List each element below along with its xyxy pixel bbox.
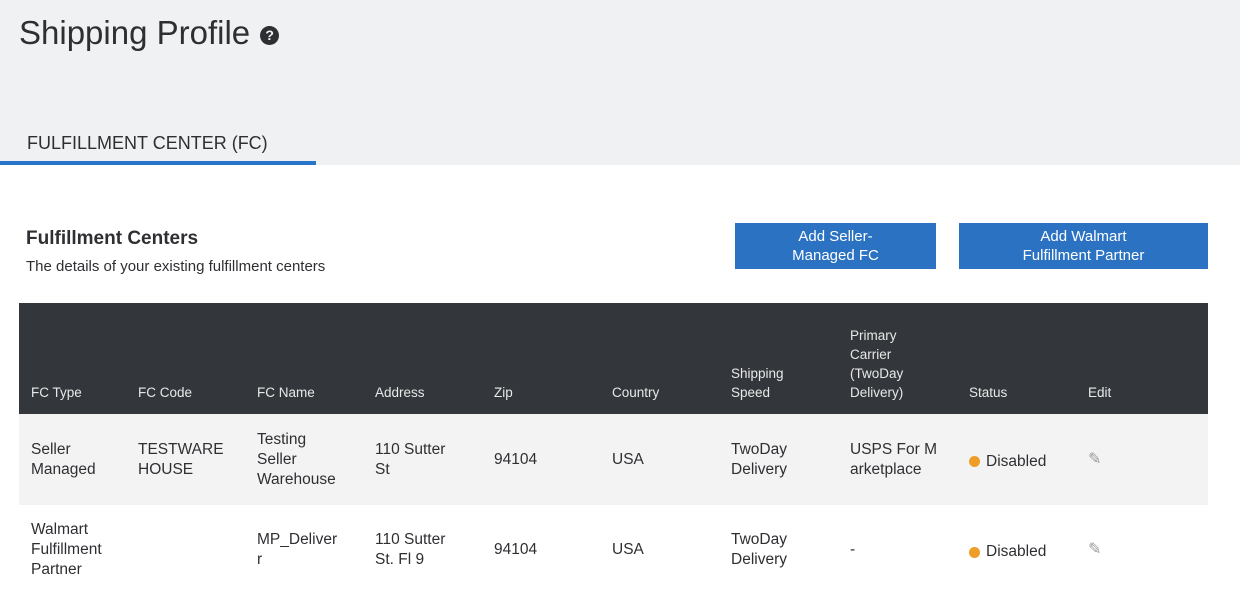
page-title: Shipping Profile	[19, 14, 251, 51]
cell-address: 110 Sutter St	[375, 440, 446, 478]
column-header-zip[interactable]: Zip	[482, 303, 600, 414]
cell-fc-code	[126, 505, 245, 595]
column-header-fc-name[interactable]: FC Name	[245, 303, 363, 414]
column-header-address[interactable]: Address	[363, 303, 482, 414]
button-label-line: Add Seller-	[798, 228, 873, 245]
cell-zip: 94104	[494, 541, 538, 558]
cell-fc-name: MP_Deliverr	[257, 531, 338, 568]
status-dot-icon	[969, 546, 980, 558]
cell-fc-name: Testing Seller Warehouse	[257, 430, 336, 488]
cell-status: Disabled	[957, 414, 1076, 505]
status-dot-icon	[969, 456, 980, 468]
cell-zip: 94104	[494, 450, 538, 468]
cell-fc-type: Seller Managed	[31, 440, 96, 478]
table-header-row: FC Type FC Code FC Name Address Zip Coun…	[19, 303, 1208, 414]
cell-shipping-speed: TwoDay Delivery	[731, 531, 787, 568]
cell-edit: ✎	[1076, 414, 1208, 505]
section-subtitle: The details of your existing fulfillment…	[26, 258, 326, 275]
cell-fc-code: TESTWAREHOUSE	[138, 440, 224, 478]
cell-shipping-speed: TwoDay Delivery	[731, 440, 787, 478]
cell-primary-carrier: USPS For Marketplace	[850, 440, 937, 478]
tab-label: FULFILLMENT CENTER (FC)	[27, 133, 268, 153]
pencil-icon[interactable]: ✎	[1088, 450, 1101, 470]
page-header-band: Shipping Profile ? FULFILLMENT CENTER (F…	[0, 0, 1240, 165]
cell-address: 110 Sutter St. Fl 9	[375, 531, 446, 568]
cell-edit: ✎	[1076, 505, 1208, 595]
question-circle-icon[interactable]: ?	[260, 25, 280, 45]
tab-fulfillment-center[interactable]: FULFILLMENT CENTER (FC)	[0, 124, 316, 165]
column-header-status[interactable]: Status	[957, 303, 1076, 414]
column-header-edit: Edit	[1088, 385, 1112, 400]
button-label-line: Add Walmart	[1040, 228, 1127, 245]
add-seller-managed-fc-button[interactable]: Add Seller- Managed FC	[735, 223, 936, 269]
column-header-fc-code[interactable]: FC Code	[126, 303, 245, 414]
fulfillment-centers-table: FC Type FC Code FC Name Address Zip Coun…	[19, 303, 1208, 595]
pencil-icon[interactable]: ✎	[1088, 540, 1101, 560]
column-header-shipping-speed[interactable]: Shipping Speed	[719, 303, 838, 414]
cell-country: USA	[612, 541, 644, 558]
section-title: Fulfillment Centers	[26, 228, 199, 249]
status-badge: Disabled	[969, 536, 1046, 562]
status-badge: Disabled	[969, 446, 1046, 472]
status-label: Disabled	[986, 543, 1047, 561]
column-header-primary-carrier[interactable]: Primary Carrier (TwoDay Delivery)	[838, 303, 957, 414]
table-row: Seller Managed TESTWAREHOUSE Testing Sel…	[19, 414, 1208, 505]
tab-active-indicator	[0, 161, 316, 165]
button-label-line: Fulfillment Partner	[1022, 247, 1145, 264]
button-label-line: Managed FC	[792, 247, 879, 264]
add-walmart-fulfillment-partner-button[interactable]: Add Walmart Fulfillment Partner	[959, 223, 1208, 269]
cell-primary-carrier: -	[850, 541, 856, 558]
cell-fc-type: Walmart Fulfillment Partner	[31, 521, 102, 578]
column-header-country[interactable]: Country	[600, 303, 719, 414]
status-label: Disabled	[986, 452, 1047, 470]
page-title-row: Shipping Profile ?	[19, 14, 280, 52]
cell-status: Disabled	[957, 505, 1076, 595]
table-row: Walmart Fulfillment Partner MP_Deliverr …	[19, 505, 1208, 595]
cell-country: USA	[612, 450, 644, 468]
column-header-fc-type[interactable]: FC Type	[19, 303, 126, 414]
